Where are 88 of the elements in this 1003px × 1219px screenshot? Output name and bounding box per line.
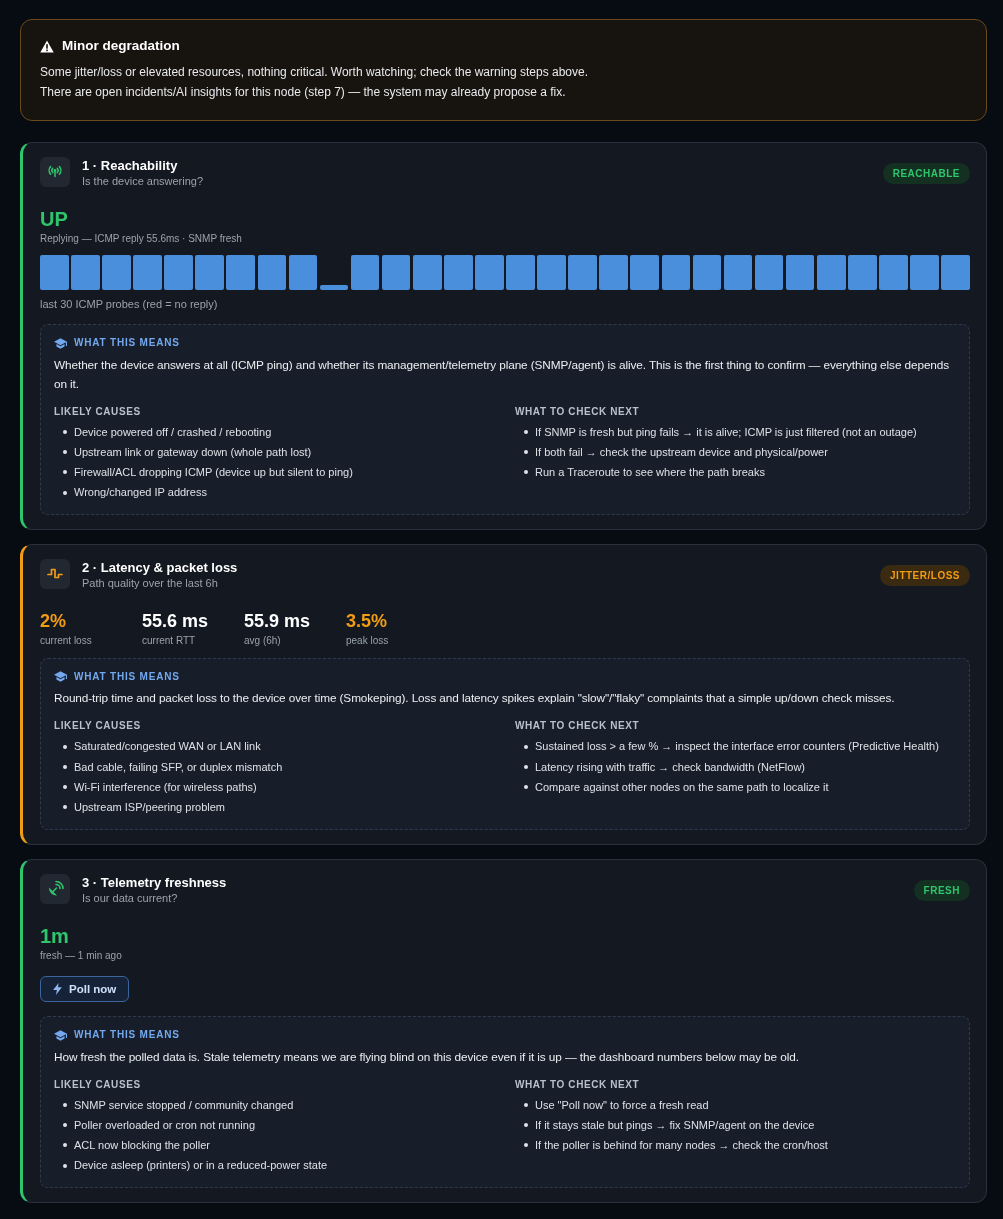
- status-badge: JITTER/LOSS: [880, 564, 970, 586]
- column-heading: LIKELY CAUSES: [54, 1077, 141, 1091]
- help-heading: WHAT THIS MEANS: [74, 336, 180, 350]
- list-item: Latency rising with traffic → check bandwidth (NetFlow): [535, 759, 805, 775]
- column-heading: LIKELY CAUSES: [54, 404, 141, 418]
- list-item: Device powered off / crashed / rebooting: [74, 424, 272, 440]
- column-heading: WHAT TO CHECK NEXT: [515, 1077, 640, 1091]
- help-text: How fresh the polled data is. Stale telemetry means we are flying blind on this device even if it is up — the dashboard numbers below may be old.: [54, 1048, 800, 1066]
- list-item: Run a Traceroute to see where the path breaks: [535, 464, 765, 480]
- bullet-icon: [524, 1143, 528, 1148]
- column-heading: WHAT TO CHECK NEXT: [515, 719, 640, 733]
- warning-icon: [40, 39, 54, 53]
- stat-label: current loss: [40, 634, 92, 648]
- bullet-icon: [63, 470, 67, 475]
- poll-now-button[interactable]: Poll now: [40, 976, 130, 1002]
- bullet-icon: [524, 430, 528, 435]
- list-item: If both fail → check the upstream device and physical/power: [535, 444, 828, 460]
- column-heading: LIKELY CAUSES: [54, 719, 141, 733]
- list-item: Poller overloaded or cron not running: [74, 1117, 255, 1133]
- list-item: Upstream link or gateway down (whole path lost): [74, 444, 312, 460]
- graduation-cap-icon: [54, 337, 67, 349]
- list-item: Compare against other nodes on the same path to localize it: [535, 779, 829, 795]
- card-subtitle: Path quality over the last 6h: [82, 575, 218, 591]
- list-item: Bad cable, failing SFP, or duplex mismatch: [74, 759, 283, 775]
- list-item: SNMP service stopped / community changed: [74, 1097, 294, 1113]
- status-value: 1m: [40, 923, 69, 948]
- list-item: ACL now blocking the poller: [74, 1137, 210, 1153]
- bullet-icon: [63, 805, 67, 810]
- bullet-icon: [524, 744, 528, 749]
- graduation-cap-icon: [54, 671, 67, 683]
- stat-value: 2%: [40, 609, 66, 632]
- list-item: Saturated/congested WAN or LAN link: [74, 739, 261, 755]
- status-badge: REACHABLE: [882, 163, 970, 184]
- bullet-icon: [63, 1143, 67, 1148]
- list-item: Upstream ISP/peering problem: [74, 799, 225, 815]
- list-item: Device asleep (printers) or in a reduced-power state: [74, 1158, 328, 1174]
- graduation-cap-icon: [54, 1029, 67, 1041]
- alert-text: There are open incidents/AI insights for this node (step 7) — the system may already propose a fix.: [40, 84, 566, 101]
- card-title: 1 · Reachability: [82, 158, 178, 174]
- bullet-icon: [524, 1123, 528, 1128]
- status-badge: FRESH: [913, 879, 970, 901]
- bullet-icon: [524, 450, 528, 455]
- bullet-icon: [63, 1103, 67, 1108]
- stat-label: current RTT: [142, 634, 196, 648]
- list-item: If SNMP is fresh but ping fails → it is alive; ICMP is just filtered (not an outage): [535, 424, 917, 440]
- help-text: Round-trip time and packet loss to the device over time (Smokeping). Loss and latency spikes explain "slow"/"flaky" complaints that a simple up/down check misses.: [54, 690, 896, 708]
- bullet-icon: [63, 765, 67, 770]
- alert-title: Minor degradation: [62, 38, 180, 54]
- chart-caption: last 30 ICMP probes (red = no reply): [40, 297, 218, 311]
- card-subtitle: Is our data current?: [82, 890, 178, 906]
- bullet-icon: [524, 785, 528, 790]
- bullet-icon: [63, 1123, 67, 1128]
- card-title: 3 · Telemetry freshness: [82, 874, 227, 891]
- column-heading: WHAT TO CHECK NEXT: [515, 404, 640, 418]
- list-item: Firewall/ACL dropping ICMP (device up but silent to ping): [74, 464, 353, 480]
- list-item: Sustained loss > a few % → inspect the interface error counters (Predictive Health): [535, 739, 939, 755]
- satellite-dish-icon: [40, 873, 70, 904]
- list-item: Wrong/changed IP address: [74, 485, 207, 501]
- help-heading: WHAT THIS MEANS: [74, 1028, 180, 1042]
- list-item: If the poller is behind for many nodes → check the cron/host: [535, 1137, 828, 1153]
- bullet-icon: [524, 470, 528, 475]
- bullet-icon: [524, 765, 528, 770]
- stat-value: 3.5%: [346, 609, 388, 632]
- status-value: UP: [40, 207, 68, 231]
- status-caption: Replying — ICMP reply 55.6ms · SNMP fresh: [40, 232, 242, 245]
- bullet-icon: [63, 1163, 67, 1168]
- list-item: Use "Poll now" to force a fresh read: [535, 1097, 709, 1113]
- list-item: Wi-Fi interference (for wireless paths): [74, 779, 257, 795]
- alert-text: Some jitter/loss or elevated resources, nothing critical. Worth watching; check the warning steps above.: [40, 64, 589, 81]
- card-subtitle: Is the device answering?: [82, 174, 204, 189]
- bullet-icon: [63, 490, 67, 495]
- antenna-icon: [40, 157, 70, 187]
- list-item: If it stays stale but pings → fix SNMP/agent on the device: [535, 1117, 815, 1133]
- pulse-wave-icon: [40, 558, 70, 589]
- stat-label: avg (6h): [244, 634, 281, 648]
- status-caption: fresh — 1 min ago: [40, 948, 122, 962]
- help-heading: WHAT THIS MEANS: [74, 669, 180, 684]
- lightning-icon: [53, 983, 62, 995]
- bullet-icon: [524, 1103, 528, 1108]
- stat-value: 55.9 ms: [244, 609, 311, 632]
- bullet-icon: [63, 450, 67, 455]
- card-title: 2 · Latency & packet loss: [82, 559, 238, 576]
- bullet-icon: [63, 430, 67, 435]
- bullet-icon: [63, 785, 67, 790]
- stat-value: 55.6 ms: [142, 609, 209, 632]
- help-text: Whether the device answers at all (ICMP ping) and whether its management/telemetry plane (SNMP/agent) is alive. This is the first thing to confirm — everything else depends on it.: [54, 356, 951, 393]
- stat-label: peak loss: [346, 634, 389, 648]
- bullet-icon: [63, 744, 67, 749]
